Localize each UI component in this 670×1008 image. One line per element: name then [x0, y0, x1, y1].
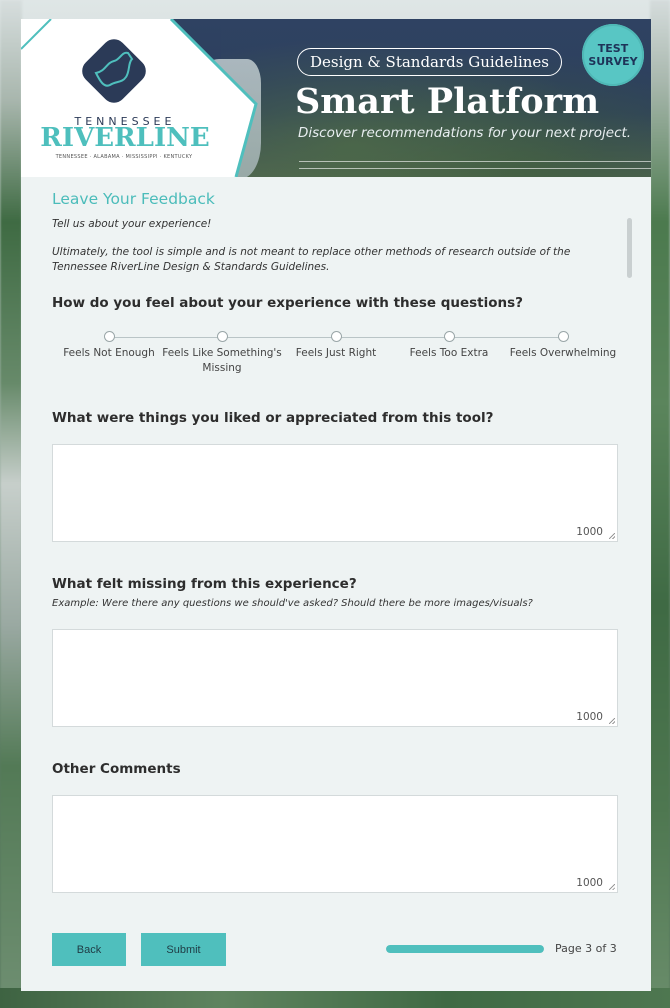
missing-question: What felt missing from this experience? [52, 576, 357, 592]
resize-grip-icon[interactable] [609, 884, 615, 890]
char-counter: 1000 [576, 877, 603, 889]
header-divider [299, 161, 651, 169]
background-left [0, 0, 22, 1008]
other-comments-textarea[interactable]: 1000 [52, 795, 618, 893]
page-title: Smart Platform [295, 81, 600, 122]
radio-circle-icon[interactable] [443, 331, 455, 342]
rating-question: How do you feel about your experience wi… [52, 295, 524, 311]
riverline-logo-icon [82, 39, 146, 103]
radio-circle-icon[interactable] [216, 331, 228, 342]
badge-line-2: SURVEY [588, 55, 638, 68]
rating-option-label: Feels Overwhelming [509, 347, 617, 359]
section-intro: Tell us about your experience! Ultimatel… [52, 217, 597, 288]
progress-fill [386, 945, 544, 953]
radio-circle-icon[interactable] [103, 331, 115, 342]
brand-name: RIVERLINE [40, 123, 210, 153]
rating-option-label: Feels Too Extra [409, 347, 489, 359]
header-banner: TENNESSEE RIVERLINE TENNESSEE · ALABAMA … [21, 19, 651, 177]
brand-states: TENNESSEE · ALABAMA · MISSISSIPPI · KENT… [55, 154, 193, 160]
rating-option-5[interactable]: Feels Overwhelming [503, 329, 623, 361]
missing-hint: Example: Were there any questions we sho… [52, 598, 533, 609]
progress-bar [386, 945, 544, 953]
background-bottom [0, 988, 670, 1008]
badge-line-1: TEST [597, 42, 629, 55]
rating-option-label: Feels Like Something's Missing [162, 347, 282, 374]
char-counter: 1000 [576, 526, 603, 538]
scrollbar-thumb[interactable] [627, 218, 632, 278]
guidelines-pill: Design & Standards Guidelines [297, 48, 562, 76]
intro-line-2: Ultimately, the tool is simple and is no… [52, 245, 571, 274]
liked-question: What were things you liked or appreciate… [52, 410, 494, 426]
other-comments-label: Other Comments [52, 761, 181, 777]
rating-scale: Feels Not Enough Feels Like Something's … [52, 329, 620, 379]
char-counter: 1000 [576, 711, 603, 723]
page-indicator: Page 3 of 3 [555, 942, 617, 955]
section-heading: Leave Your Feedback [52, 190, 215, 208]
missing-textarea[interactable]: 1000 [52, 629, 618, 727]
rating-option-4[interactable]: Feels Too Extra [389, 329, 509, 361]
resize-grip-icon[interactable] [609, 533, 615, 539]
survey-card: TENNESSEE RIVERLINE TENNESSEE · ALABAMA … [21, 19, 651, 991]
page-subtitle: Discover recommendations for your next p… [298, 125, 632, 141]
rating-option-2[interactable]: Feels Like Something's Missing [162, 329, 282, 376]
submit-button[interactable]: Submit [141, 933, 226, 966]
rating-option-label: Feels Just Right [295, 347, 377, 359]
rating-option-1[interactable]: Feels Not Enough [49, 329, 169, 361]
rating-option-3[interactable]: Feels Just Right [276, 329, 396, 361]
background-right [650, 0, 670, 1008]
back-button[interactable]: Back [52, 933, 126, 966]
radio-circle-icon[interactable] [557, 331, 569, 342]
resize-grip-icon[interactable] [609, 718, 615, 724]
test-survey-badge: TEST SURVEY [582, 24, 644, 86]
rating-option-label: Feels Not Enough [63, 347, 155, 359]
liked-textarea[interactable]: 1000 [52, 444, 618, 542]
intro-line-1: Tell us about your experience! [52, 218, 212, 230]
radio-circle-icon[interactable] [330, 331, 342, 342]
